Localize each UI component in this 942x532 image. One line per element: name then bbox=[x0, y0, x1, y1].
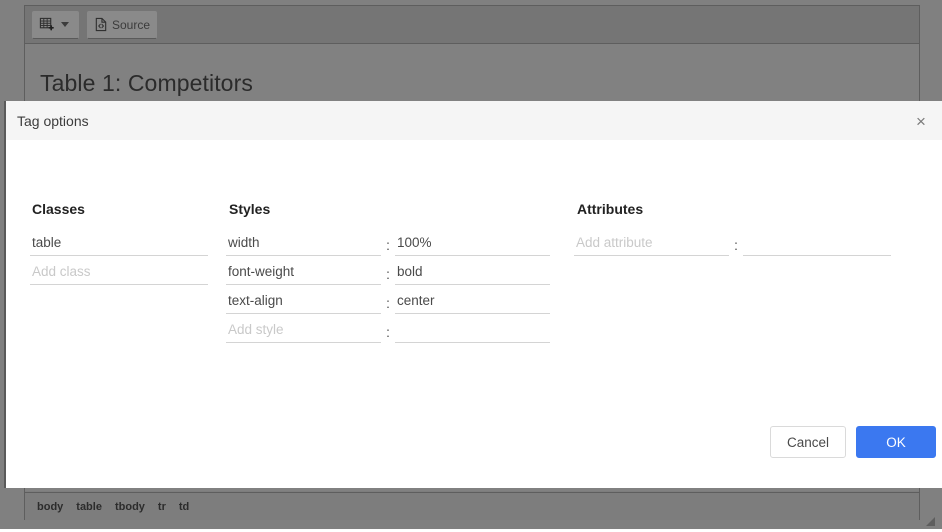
style-separator: : bbox=[386, 266, 390, 282]
style-value-input-0[interactable] bbox=[395, 234, 550, 256]
resize-handle-icon[interactable] bbox=[924, 514, 936, 526]
style-value-input-1[interactable] bbox=[395, 263, 550, 285]
path-item-td[interactable]: td bbox=[179, 501, 189, 513]
add-class-input[interactable] bbox=[30, 263, 208, 285]
add-attribute-value-input[interactable] bbox=[743, 234, 891, 256]
style-separator: : bbox=[386, 324, 390, 340]
editor-toolbar: Source bbox=[25, 6, 919, 44]
attributes-field-rows: : bbox=[574, 227, 891, 256]
path-item-table[interactable]: table bbox=[76, 501, 102, 513]
style-row: : bbox=[226, 227, 550, 256]
dialog-titlebar: Tag options × bbox=[6, 101, 942, 140]
add-style-key-input[interactable] bbox=[226, 321, 381, 343]
tag-options-dialog: Tag options × Classes Styles bbox=[4, 101, 942, 488]
path-item-tr[interactable]: tr bbox=[158, 501, 166, 513]
dialog-footer: Cancel OK bbox=[6, 414, 942, 488]
path-item-body[interactable]: body bbox=[37, 501, 63, 513]
document-heading: Table 1: Competitors bbox=[40, 70, 253, 96]
source-code-icon bbox=[94, 17, 108, 32]
add-style-value-input[interactable] bbox=[395, 321, 550, 343]
class-input-0[interactable] bbox=[30, 234, 208, 256]
ok-button[interactable]: OK bbox=[856, 426, 936, 458]
insert-table-button[interactable] bbox=[32, 10, 79, 39]
classes-field-rows bbox=[30, 227, 208, 285]
chevron-down-icon[interactable] bbox=[61, 22, 69, 27]
add-attribute-key-input[interactable] bbox=[574, 234, 729, 256]
style-row: : bbox=[226, 285, 550, 314]
attribute-row: : bbox=[574, 227, 891, 256]
styles-heading: Styles bbox=[229, 201, 271, 217]
style-separator: : bbox=[386, 237, 390, 253]
table-insert-icon bbox=[39, 17, 54, 32]
element-path-bar: body table tbody tr td bbox=[25, 492, 919, 520]
dialog-body: Classes Styles : bbox=[6, 140, 942, 488]
classes-heading: Classes bbox=[32, 201, 85, 217]
style-key-input-1[interactable] bbox=[226, 263, 381, 285]
attributes-heading: Attributes bbox=[577, 201, 644, 217]
path-item-tbody[interactable]: tbody bbox=[115, 501, 145, 513]
style-value-input-2[interactable] bbox=[395, 292, 550, 314]
attribute-separator: : bbox=[734, 237, 738, 253]
style-row: : bbox=[226, 256, 550, 285]
class-row bbox=[30, 256, 208, 285]
style-key-input-0[interactable] bbox=[226, 234, 381, 256]
class-row bbox=[30, 227, 208, 256]
style-row: : bbox=[226, 314, 550, 343]
cancel-button[interactable]: Cancel bbox=[770, 426, 846, 458]
styles-field-rows: : : : : bbox=[226, 227, 550, 343]
dialog-title: Tag options bbox=[17, 112, 89, 129]
style-key-input-2[interactable] bbox=[226, 292, 381, 314]
style-separator: : bbox=[386, 295, 390, 311]
source-button-label: Source bbox=[112, 17, 151, 32]
close-icon[interactable]: × bbox=[910, 110, 932, 132]
source-button[interactable]: Source bbox=[87, 10, 158, 39]
